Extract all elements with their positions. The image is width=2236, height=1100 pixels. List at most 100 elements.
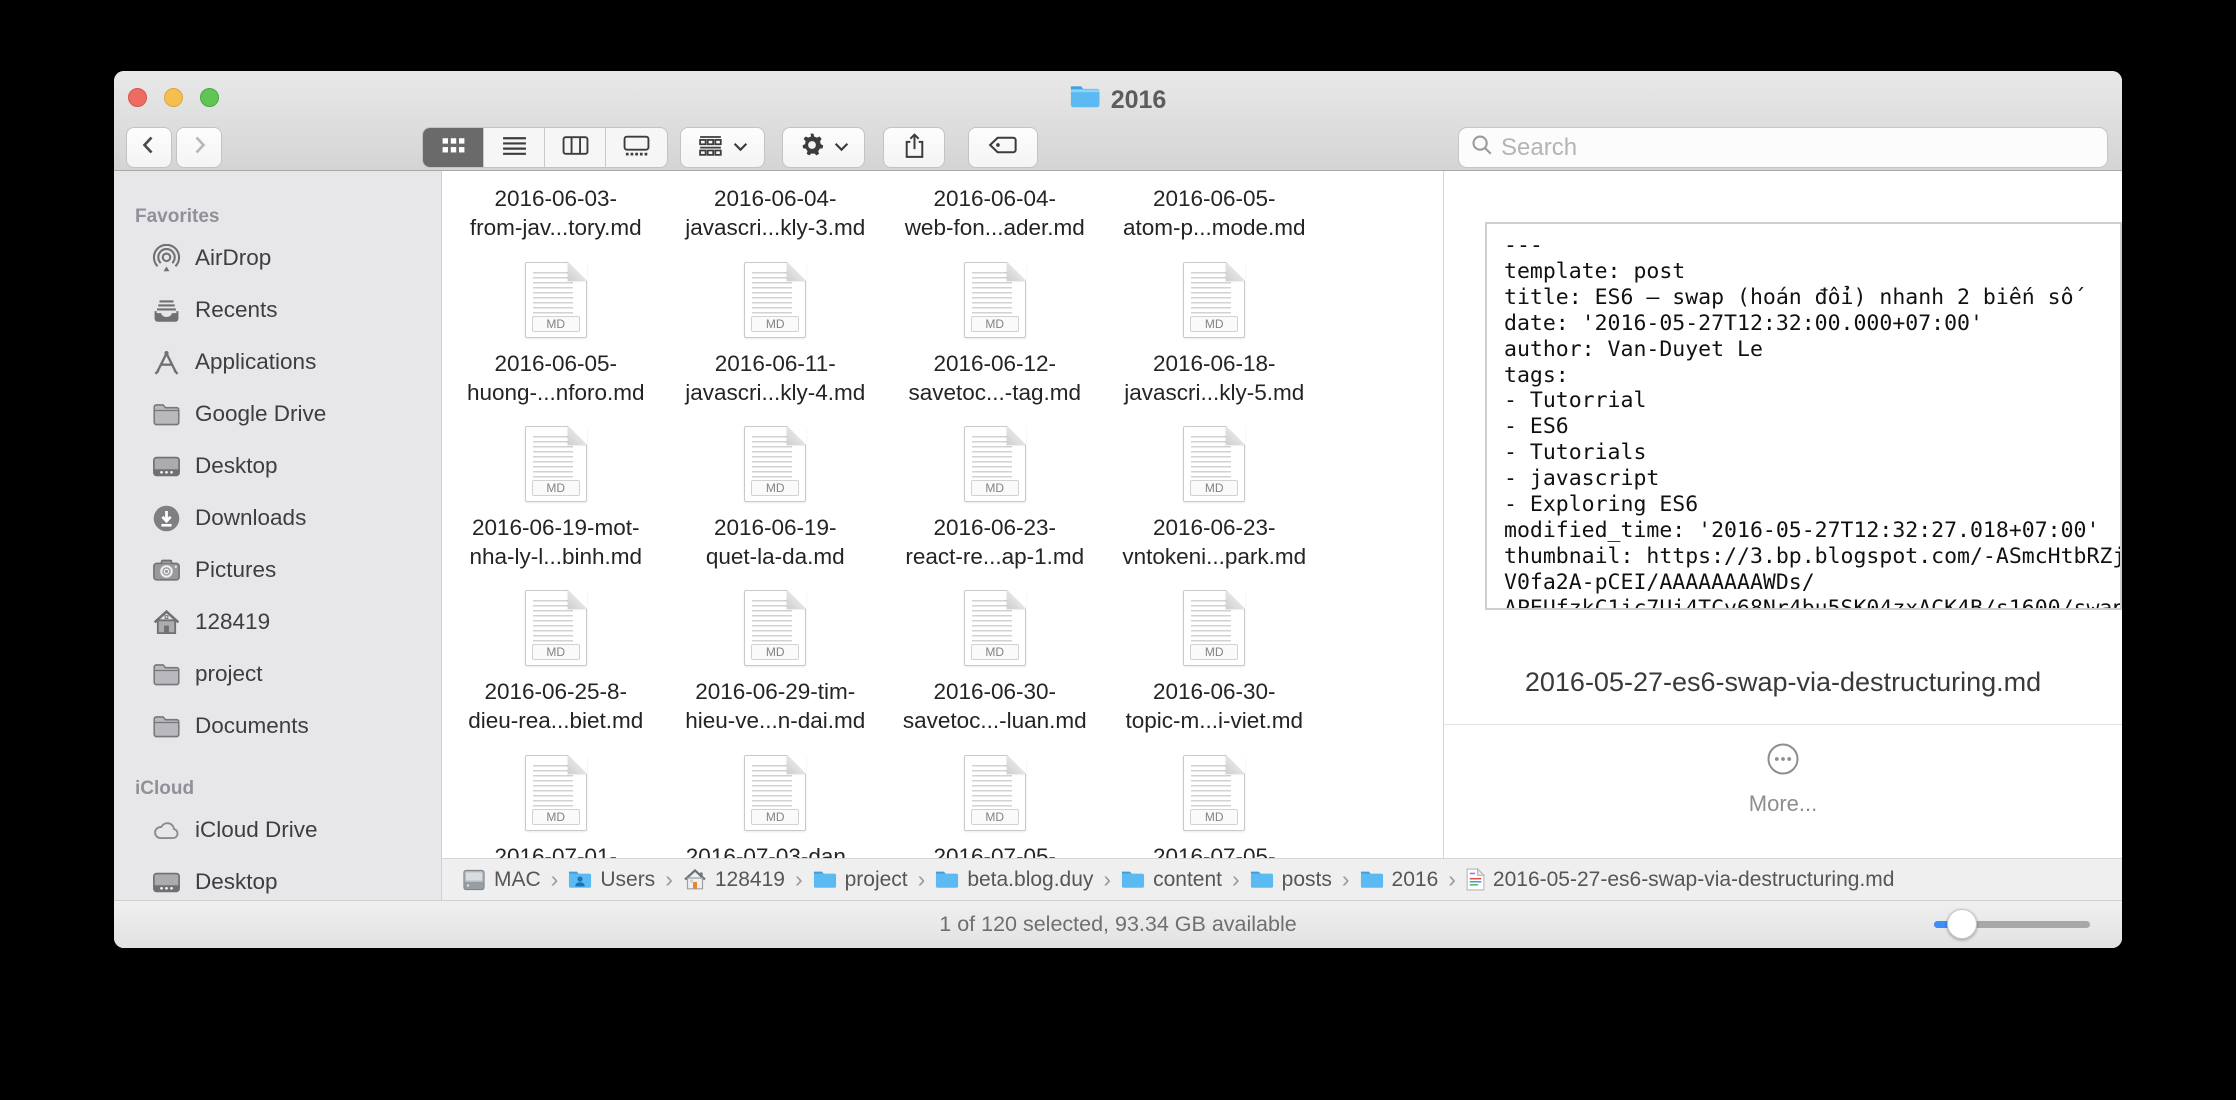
preview-code-line: modified_time: '2016-05-27T12:32:27.018+… <box>1504 518 2103 544</box>
file-item[interactable]: MD2016-07-01- <box>446 755 666 858</box>
back-button[interactable] <box>126 127 172 168</box>
path-item-beta-blog-duy[interactable]: beta.blog.duy <box>935 868 1093 892</box>
sidebar-item-airdrop[interactable]: AirDrop <box>114 232 441 284</box>
file-item[interactable]: MD2016-06-19-mot-nha-ly-l...binh.md <box>446 426 666 571</box>
close-button[interactable] <box>128 88 147 107</box>
file-item[interactable]: MD2016-06-25-8-dieu-rea...biet.md <box>446 590 666 735</box>
sidebar-item-downloads[interactable]: Downloads <box>114 492 441 544</box>
file-grid: 2016-06-03-from-jav...tory.md2016-06-04-… <box>442 171 1328 858</box>
sidebar-item-google-drive[interactable]: Google Drive <box>114 388 441 440</box>
page-fold <box>1007 262 1026 281</box>
traffic-lights <box>128 88 219 107</box>
share-button[interactable] <box>883 127 945 168</box>
file-item[interactable]: MD2016-06-18-javascri...kly-5.md <box>1105 262 1325 407</box>
downloads-icon <box>151 503 181 533</box>
zoom-button[interactable] <box>200 88 219 107</box>
file-item[interactable]: MD2016-06-19-quet-la-da.md <box>666 426 886 571</box>
md-badge: MD <box>751 316 799 332</box>
file-item[interactable]: MD2016-06-11-javascri...kly-4.md <box>666 262 886 407</box>
title-bar: 2016 <box>114 71 2122 171</box>
list-view-button[interactable] <box>484 128 545 167</box>
file-name-line1: 2016-07-05- <box>933 843 1056 858</box>
icon-view-button[interactable] <box>423 128 484 167</box>
action-button[interactable] <box>782 127 865 168</box>
tag-button[interactable] <box>968 127 1038 168</box>
minimize-button[interactable] <box>164 88 183 107</box>
path-item-content[interactable]: content <box>1121 868 1222 892</box>
sidebar-item-project[interactable]: project <box>114 648 441 700</box>
md-badge: MD <box>1190 644 1238 660</box>
column-view-button[interactable] <box>545 128 606 167</box>
sidebar-item-desktop[interactable]: Desktop <box>114 440 441 492</box>
file-name-line2: javascri...kly-5.md <box>1124 379 1304 408</box>
sidebar-item-label: project <box>195 661 263 687</box>
path-item-users[interactable]: Users <box>568 868 655 892</box>
more-button[interactable]: More... <box>1444 742 2122 817</box>
page-fold <box>568 755 587 774</box>
path-item-label: beta.blog.duy <box>967 868 1093 892</box>
markdown-file-icon: MD <box>964 755 1026 831</box>
file-item[interactable]: MD2016-06-30-topic-m...i-viet.md <box>1105 590 1325 735</box>
path-item-mac[interactable]: MAC <box>462 868 541 892</box>
md-badge: MD <box>751 809 799 825</box>
file-text-lines <box>1191 600 1231 642</box>
file-name-line1: 2016-06-25-8- <box>484 678 627 707</box>
path-item-label: 128419 <box>715 868 785 892</box>
path-item-2016-05-27-es6-swap-via-destructuring-md[interactable]: 2016-05-27-es6-swap-via-destructuring.md <box>1466 868 1895 892</box>
file-text-lines <box>972 272 1012 314</box>
sidebar-item-icloud-drive[interactable]: iCloud Drive <box>114 804 441 856</box>
file-item[interactable]: 2016-06-05-atom-p...mode.md <box>1105 185 1325 242</box>
sidebar-item-documents[interactable]: Documents <box>114 700 441 752</box>
markdown-file-icon: MD <box>1183 755 1245 831</box>
file-item[interactable]: MD2016-06-30-savetoc...-luan.md <box>885 590 1105 735</box>
preview-code-line: date: '2016-05-27T12:32:00.000+07:00' <box>1504 311 2103 337</box>
markdown-file-icon: MD <box>744 262 806 338</box>
file-item[interactable]: MD 2016-07-03-dan... <box>666 755 886 858</box>
file-text-lines <box>972 436 1012 478</box>
search-input[interactable] <box>1501 134 2061 162</box>
file-item[interactable]: MD2016-06-05-huong-...nforo.md <box>446 262 666 407</box>
md-badge: MD <box>532 316 580 332</box>
preview-code-line: V0fa2A-pCEI/AAAAAAAAWDs/ <box>1504 570 2103 596</box>
file-name-line1: 2016-07-03-dan... <box>686 843 865 858</box>
path-item-posts[interactable]: posts <box>1250 868 1332 892</box>
markdown-file-icon: MD <box>1183 262 1245 338</box>
icon-size-slider[interactable] <box>1934 921 2090 928</box>
path-item-2016[interactable]: 2016 <box>1360 868 1439 892</box>
path-separator: › <box>665 866 673 893</box>
md-badge: MD <box>532 644 580 660</box>
markdown-file-icon: MD <box>744 426 806 502</box>
path-item-label: content <box>1153 868 1222 892</box>
sidebar: FavoritesAirDropRecentsApplicationsGoogl… <box>114 171 442 900</box>
search-icon <box>1471 134 1493 161</box>
cloud-icon <box>151 815 181 845</box>
file-item[interactable]: 2016-06-04-javascri...kly-3.md <box>666 185 886 242</box>
more-label: More... <box>1749 791 1817 817</box>
sidebar-item-recents[interactable]: Recents <box>114 284 441 336</box>
file-item[interactable]: MD2016-06-29-tim-hieu-ve...n-dai.md <box>666 590 886 735</box>
sidebar-item-pictures[interactable]: Pictures <box>114 544 441 596</box>
file-name-line1: 2016-06-30- <box>1153 678 1276 707</box>
path-item-128419[interactable]: 128419 <box>683 868 785 892</box>
sidebar-item-desktop[interactable]: Desktop <box>114 856 441 900</box>
path-item-project[interactable]: project <box>813 868 908 892</box>
file-item[interactable]: 2016-06-03-from-jav...tory.md <box>446 185 666 242</box>
forward-button[interactable] <box>176 127 222 168</box>
file-text-lines <box>752 765 792 807</box>
sidebar-item-applications[interactable]: Applications <box>114 336 441 388</box>
file-item[interactable]: MD2016-06-23-vntokeni...park.md <box>1105 426 1325 571</box>
file-item[interactable]: 2016-06-04-web-fon...ader.md <box>885 185 1105 242</box>
file-item[interactable]: MD2016-06-12-savetoc...-tag.md <box>885 262 1105 407</box>
group-button[interactable] <box>680 127 765 168</box>
markdown-file-icon: MD <box>1183 590 1245 666</box>
file-item[interactable]: MD2016-07-05- <box>1105 755 1325 858</box>
file-grid-row: MD2016-06-05-huong-...nforo.mdMD2016-06-… <box>442 262 1328 407</box>
file-text-lines <box>1191 436 1231 478</box>
file-item[interactable]: MD2016-06-23-react-re...ap-1.md <box>885 426 1105 571</box>
gallery-view-button[interactable] <box>606 128 667 167</box>
file-item[interactable]: MD 2016-07-05- <box>885 755 1105 858</box>
folder-blue-icon <box>935 870 959 889</box>
slider-knob[interactable] <box>1947 909 1977 939</box>
path-item-label: 2016-05-27-es6-swap-via-destructuring.md <box>1493 868 1895 892</box>
sidebar-item-128419[interactable]: 128419 <box>114 596 441 648</box>
